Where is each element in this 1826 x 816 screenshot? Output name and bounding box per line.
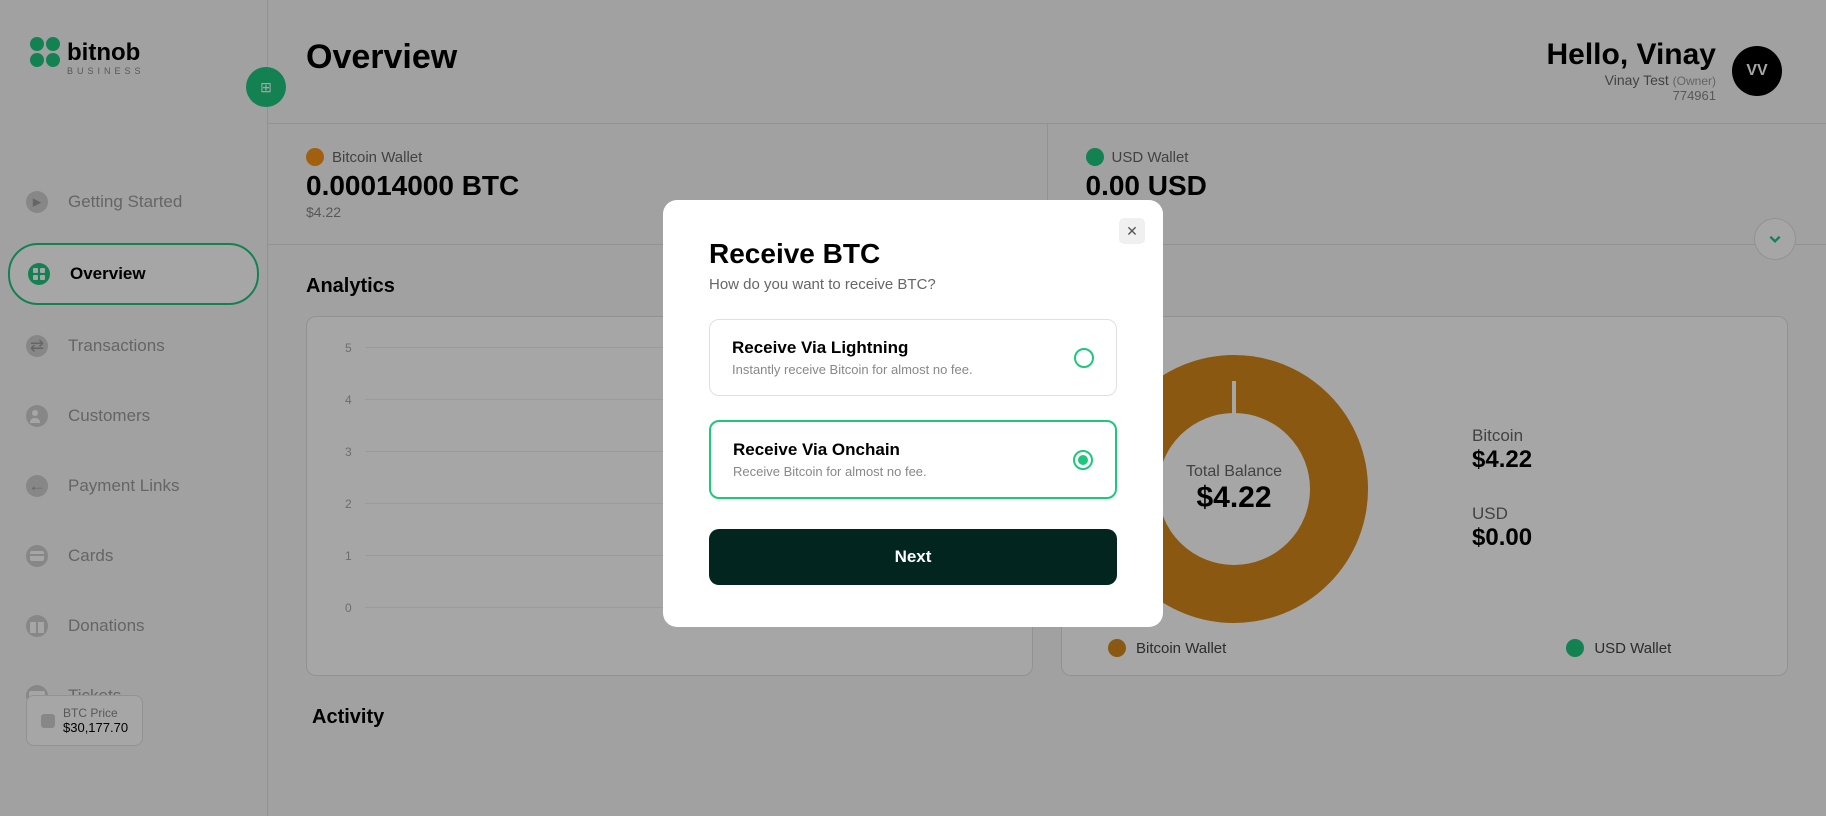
modal-subtitle: How do you want to receive BTC?	[709, 276, 1117, 293]
next-button[interactable]: Next	[709, 529, 1117, 585]
option-onchain[interactable]: Receive Via Onchain Receive Bitcoin for …	[709, 420, 1117, 499]
radio-checked	[1073, 450, 1093, 470]
option-desc: Instantly receive Bitcoin for almost no …	[732, 362, 973, 377]
radio-unchecked	[1074, 348, 1094, 368]
option-title: Receive Via Lightning	[732, 338, 973, 358]
close-button[interactable]: ✕	[1119, 218, 1145, 244]
receive-btc-modal: ✕ Receive BTC How do you want to receive…	[663, 200, 1163, 627]
option-title: Receive Via Onchain	[733, 440, 927, 460]
modal-title: Receive BTC	[709, 238, 1117, 270]
close-icon: ✕	[1126, 223, 1138, 240]
option-lightning[interactable]: Receive Via Lightning Instantly receive …	[709, 319, 1117, 396]
option-desc: Receive Bitcoin for almost no fee.	[733, 464, 927, 479]
